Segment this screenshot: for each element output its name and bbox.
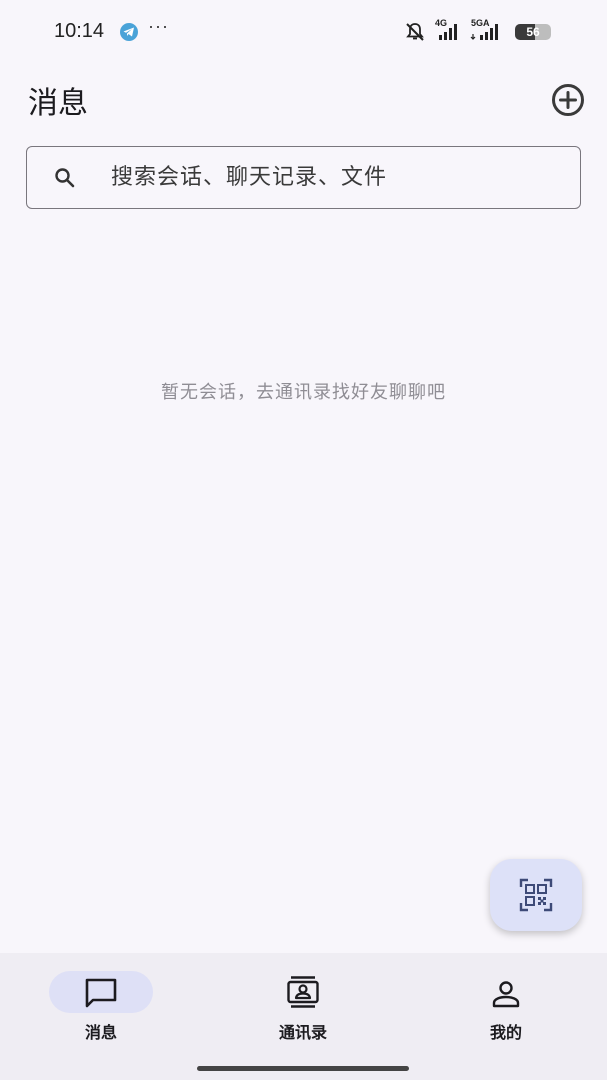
contacts-icon [287,976,319,1008]
search-box[interactable] [26,146,581,209]
add-circle-icon [552,84,584,116]
status-time: 10:14 [54,20,105,42]
nav-item-messages[interactable]: 消息 [0,953,202,1053]
page-title: 消息 [28,86,88,121]
nav-label-me: 我的 [489,1023,522,1042]
nav-label-messages: 消息 [84,1023,117,1042]
status-bar: 10:14 ··· 4G 5GA 56 [0,0,607,64]
add-button[interactable] [550,82,586,118]
nav-label-contacts: 通讯录 [278,1023,327,1042]
home-indicator[interactable] [197,1066,409,1071]
battery-level: 56 [526,25,540,39]
nav-item-contacts[interactable]: 通讯录 [202,953,404,1053]
scan-qr-button[interactable] [490,859,582,931]
empty-state-text: 暂无会话，去通讯录找好友聊聊吧 [161,382,446,403]
telegram-icon [120,23,138,41]
more-notifications-icon: ··· [148,16,169,36]
person-icon [492,981,520,1008]
search-input[interactable] [111,147,561,207]
chat-bubble-icon [85,978,117,1008]
nav-item-me[interactable]: 我的 [405,953,607,1053]
battery-icon: 56 [515,24,551,40]
bottom-nav: 消息 通讯录 我的 [0,953,607,1080]
bell-off-icon [406,23,424,41]
search-icon [55,168,75,188]
qr-code-scan-icon [519,878,553,912]
